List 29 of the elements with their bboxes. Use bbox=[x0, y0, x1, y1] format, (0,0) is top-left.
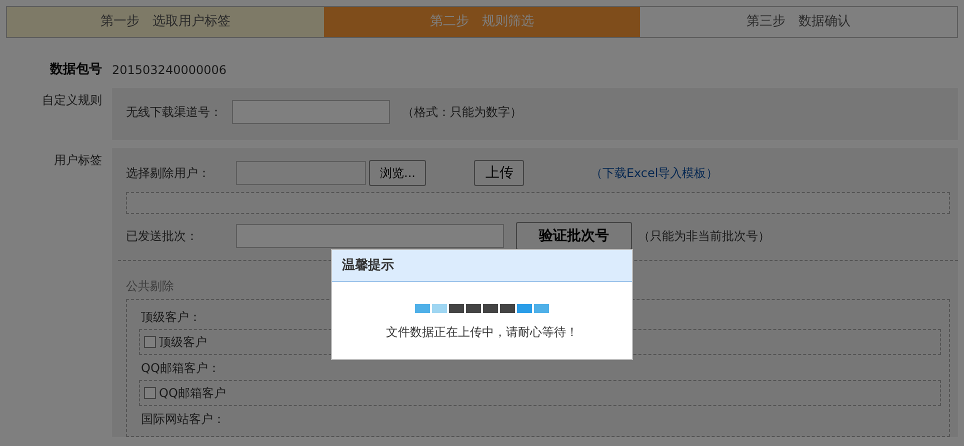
dialog-title: 温馨提示 bbox=[332, 250, 632, 282]
checkbox[interactable] bbox=[144, 336, 156, 348]
checkbox-label: 顶级客户 bbox=[159, 334, 207, 350]
verify-button[interactable]: 验证批次号 bbox=[516, 222, 632, 250]
group-label: QQ邮箱客户： bbox=[141, 360, 220, 376]
input-field[interactable] bbox=[232, 100, 390, 124]
checkbox[interactable] bbox=[144, 386, 156, 398]
checkbox-label: QQ邮箱客户 bbox=[159, 384, 226, 402]
file-path-field[interactable] bbox=[236, 160, 366, 184]
field-label: 数据包号 bbox=[48, 61, 103, 79]
hint-text: （只能为非当前批次号） bbox=[638, 228, 770, 244]
dialog-message: 文件数据正在上传中，请耐心等待！ bbox=[385, 324, 579, 341]
batch-field[interactable] bbox=[236, 224, 504, 248]
field-label: 选择剔除用户： bbox=[126, 164, 211, 182]
section-label: 自定义规则 bbox=[41, 92, 103, 108]
wizard-step: 第二步 规则筛选 bbox=[324, 7, 640, 37]
loading-icon bbox=[415, 304, 549, 313]
group-label: 国际网站客户： bbox=[141, 410, 225, 428]
section-label: 用户标签 bbox=[53, 152, 103, 168]
hint-text: （格式：只能为数字） bbox=[402, 104, 522, 120]
field-label: 已发送批次： bbox=[126, 228, 199, 244]
group-label: 顶级客户： bbox=[141, 308, 201, 326]
wizard-step: 第一步 选取用户标签 bbox=[7, 7, 324, 37]
group-title: 公共剔除 bbox=[126, 278, 175, 294]
field-label: 无线下载渠道号： bbox=[126, 104, 223, 120]
browse-button[interactable]: 浏览... bbox=[369, 160, 426, 186]
field-value: 201503240000006 bbox=[112, 62, 227, 79]
upload-button[interactable]: 上传 bbox=[474, 160, 524, 186]
template-link[interactable]: （下载Excel导入模板） bbox=[590, 164, 718, 182]
